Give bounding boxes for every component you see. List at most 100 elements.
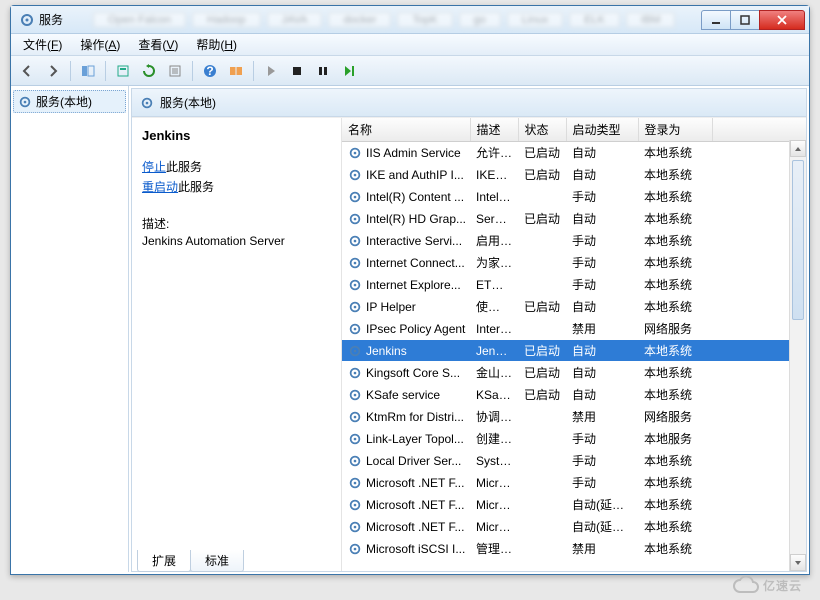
- client-area: 服务(本地) 服务(本地) Jenkins 停止此服务 重启动此服务 描述: J…: [11, 86, 809, 572]
- result-pane: 服务(本地) Jenkins 停止此服务 重启动此服务 描述: Jenkins …: [131, 88, 807, 572]
- action-pane-button[interactable]: [224, 59, 248, 83]
- browser-tab: Linux: [507, 12, 563, 28]
- tree-node-label: 服务(本地): [36, 93, 92, 110]
- service-row[interactable]: Internet Connect...为家…手动本地系统: [342, 252, 806, 274]
- forward-button[interactable]: [41, 59, 65, 83]
- service-row[interactable]: IKE and AuthIP I...IKEE…已启动自动本地系统: [342, 164, 806, 186]
- service-row[interactable]: Internet Explore...ETW…手动本地系统: [342, 274, 806, 296]
- tree-node-services-local[interactable]: 服务(本地): [13, 90, 126, 113]
- browser-tab: Open Falcon: [93, 12, 186, 28]
- minimize-button[interactable]: [701, 10, 731, 30]
- service-name-cell: Kingsoft Core S...: [348, 366, 464, 380]
- service-row[interactable]: Microsoft iSCSI I...管理…禁用本地系统: [342, 538, 806, 560]
- console-tree[interactable]: 服务(本地): [11, 86, 129, 572]
- service-row[interactable]: Microsoft .NET F...Micr…手动本地系统: [342, 472, 806, 494]
- browser-tab: Hadoop: [192, 12, 261, 28]
- service-row[interactable]: Microsoft .NET F...Micr…自动(延迟…本地系统: [342, 494, 806, 516]
- description-label: 描述:: [142, 215, 331, 232]
- vertical-scrollbar[interactable]: [789, 140, 806, 571]
- maximize-button[interactable]: [730, 10, 760, 30]
- browser-tab: docker: [328, 12, 391, 28]
- service-row[interactable]: Microsoft .NET F...Micr…自动(延迟…本地系统: [342, 516, 806, 538]
- service-name-cell: KtmRm for Distri...: [348, 410, 464, 424]
- service-name-cell: Microsoft .NET F...: [348, 520, 464, 534]
- titlebar[interactable]: 服务 Open FalconHadoopJAVAdockerTopKgoLinu…: [11, 6, 809, 34]
- browser-tab: JAVA: [267, 12, 323, 28]
- browser-tabs-blurred: Open Falcon Hadoop JAVA docker TopK go Linux EL…: [93, 12, 702, 28]
- service-name-cell: Jenkins: [348, 344, 464, 358]
- toolbar-separator: [192, 61, 193, 81]
- menu-v[interactable]: 查看(V): [130, 34, 186, 55]
- scroll-thumb[interactable]: [792, 160, 804, 320]
- start-service-button[interactable]: [259, 59, 283, 83]
- menu-f[interactable]: 文件(F): [15, 34, 70, 55]
- refresh-button[interactable]: [137, 59, 161, 83]
- service-row[interactable]: Link-Layer Topol...创建…手动本地服务: [342, 428, 806, 450]
- service-name-cell: Microsoft .NET F...: [348, 476, 464, 490]
- service-row[interactable]: KSafe serviceKSaf…已启动自动本地系统: [342, 384, 806, 406]
- column-header[interactable]: 状态: [518, 118, 566, 142]
- service-name-cell: Local Driver Ser...: [348, 454, 464, 468]
- service-name-cell: Internet Explore...: [348, 278, 464, 292]
- service-row[interactable]: Intel(R) Content ...Intel…手动本地系统: [342, 186, 806, 208]
- scroll-down-button[interactable]: [790, 554, 806, 571]
- service-row[interactable]: Local Driver Ser...Syst…手动本地系统: [342, 450, 806, 472]
- browser-tab: go: [459, 12, 501, 28]
- services-window: 服务 Open FalconHadoopJAVAdockerTopKgoLinu…: [10, 5, 810, 575]
- service-row[interactable]: Kingsoft Core S...金山…已启动自动本地系统: [342, 362, 806, 384]
- service-row[interactable]: Interactive Servi...启用…手动本地系统: [342, 230, 806, 252]
- service-name-cell: Microsoft .NET F...: [348, 498, 464, 512]
- view-tabs: 扩展 标准: [137, 550, 243, 572]
- column-header[interactable]: 描述: [470, 118, 518, 142]
- help-button[interactable]: ?: [198, 59, 222, 83]
- tab-standard[interactable]: 标准: [190, 550, 244, 572]
- service-row[interactable]: Intel(R) HD Grap...Servi…已启动自动本地系统: [342, 208, 806, 230]
- close-button[interactable]: [759, 10, 805, 30]
- properties-button[interactable]: [111, 59, 135, 83]
- stop-service-link[interactable]: 停止: [142, 160, 166, 174]
- service-name-cell: Internet Connect...: [348, 256, 464, 270]
- export-list-button[interactable]: [163, 59, 187, 83]
- pause-service-button[interactable]: [311, 59, 335, 83]
- service-name-cell: Intel(R) HD Grap...: [348, 212, 464, 226]
- column-header[interactable]: 名称: [342, 118, 470, 142]
- service-row[interactable]: IPsec Policy AgentInter…禁用网络服务: [342, 318, 806, 340]
- toolbar-separator: [70, 61, 71, 81]
- gear-icon: [140, 96, 154, 110]
- restart-service-link[interactable]: 重启动: [142, 180, 178, 194]
- svg-text:?: ?: [206, 64, 213, 78]
- column-header[interactable]: 启动类型: [566, 118, 638, 142]
- browser-tab: IBM: [626, 12, 676, 28]
- toolbar-separator: [105, 61, 106, 81]
- selected-service-name: Jenkins: [142, 128, 331, 143]
- extended-detail-pane: Jenkins 停止此服务 重启动此服务 描述: Jenkins Automat…: [132, 118, 342, 571]
- service-name-cell: KSafe service: [348, 388, 464, 402]
- menu-h[interactable]: 帮助(H): [188, 34, 245, 55]
- pane-title: 服务(本地): [160, 94, 216, 111]
- menu-a[interactable]: 操作(A): [72, 34, 128, 55]
- service-name-cell: IP Helper: [348, 300, 464, 314]
- app-icon: [19, 12, 35, 28]
- restart-service-button[interactable]: [337, 59, 361, 83]
- services-list[interactable]: 名称描述状态启动类型登录为 IIS Admin Service允许…已启动自动本…: [342, 118, 806, 571]
- service-row[interactable]: JenkinsJenk…已启动自动本地系统: [342, 340, 806, 362]
- cloud-icon: [733, 576, 759, 594]
- show-hide-tree-button[interactable]: [76, 59, 100, 83]
- browser-tab: ELK: [569, 12, 620, 28]
- service-name-cell: IIS Admin Service: [348, 146, 464, 160]
- scroll-up-button[interactable]: [790, 140, 806, 157]
- service-name-cell: Interactive Servi...: [348, 234, 464, 248]
- menubar: 文件(F)操作(A)查看(V)帮助(H): [11, 34, 809, 56]
- stop-service-button[interactable]: [285, 59, 309, 83]
- toolbar: ?: [11, 56, 809, 86]
- column-header[interactable]: 登录为: [638, 118, 712, 142]
- back-button[interactable]: [15, 59, 39, 83]
- service-row[interactable]: IIS Admin Service允许…已启动自动本地系统: [342, 142, 806, 164]
- service-row[interactable]: KtmRm for Distri...协调…禁用网络服务: [342, 406, 806, 428]
- browser-tab: TopK: [397, 12, 452, 28]
- tab-extended[interactable]: 扩展: [137, 550, 191, 572]
- service-name-cell: Intel(R) Content ...: [348, 190, 464, 204]
- service-row[interactable]: IP Helper使用 …已启动自动本地系统: [342, 296, 806, 318]
- service-name-cell: Microsoft iSCSI I...: [348, 542, 464, 556]
- service-name-cell: IKE and AuthIP I...: [348, 168, 464, 182]
